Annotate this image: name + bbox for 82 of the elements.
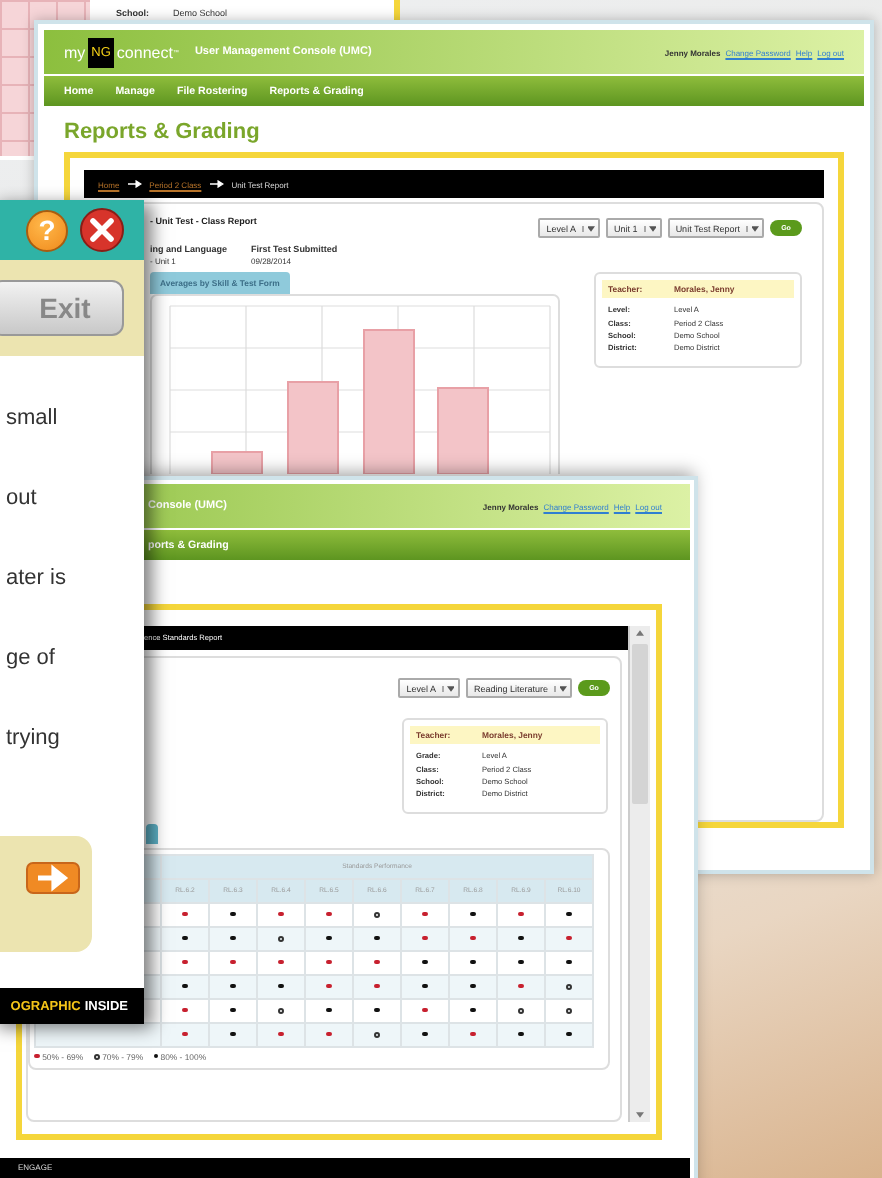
performance-dot bbox=[374, 936, 380, 941]
performance-dot bbox=[518, 960, 524, 965]
caret-icon bbox=[554, 685, 570, 691]
performance-dot bbox=[326, 911, 332, 917]
scroll-down-icon[interactable] bbox=[636, 1112, 644, 1118]
body-text: trying bbox=[6, 724, 62, 752]
exit-button[interactable]: Exit bbox=[0, 280, 124, 336]
performance-dot bbox=[278, 959, 284, 965]
performance-dot bbox=[278, 984, 284, 989]
performance-dot bbox=[374, 983, 380, 989]
performance-dot bbox=[278, 1007, 284, 1014]
scrollbar-thumb[interactable] bbox=[632, 644, 648, 804]
performance-dot bbox=[566, 1032, 572, 1037]
performance-dot bbox=[470, 935, 476, 941]
performance-dot bbox=[230, 984, 236, 989]
caret-icon bbox=[441, 685, 458, 691]
performance-dot bbox=[518, 983, 524, 989]
performance-dot bbox=[230, 912, 236, 917]
scrollbar[interactable] bbox=[628, 626, 650, 1122]
body-text: small bbox=[6, 404, 60, 432]
report-tab[interactable] bbox=[146, 823, 158, 843]
legend-dot bbox=[34, 1053, 40, 1059]
performance-dot bbox=[518, 911, 524, 917]
page-heading: Reports & Grading bbox=[64, 120, 262, 144]
performance-dot bbox=[566, 935, 572, 941]
arrow-icon bbox=[209, 180, 224, 188]
performance-dot bbox=[422, 960, 428, 965]
body-text: ge of bbox=[6, 644, 57, 672]
logo-text: connect bbox=[116, 43, 173, 61]
performance-dot bbox=[230, 1032, 236, 1037]
performance-dot bbox=[278, 935, 284, 942]
performance-dot bbox=[518, 1007, 524, 1014]
chart-bar bbox=[287, 381, 339, 474]
performance-dot bbox=[182, 936, 188, 941]
performance-dot bbox=[566, 983, 572, 990]
performance-dot bbox=[326, 959, 332, 965]
performance-dot bbox=[422, 935, 428, 941]
performance-dot bbox=[422, 984, 428, 989]
performance-dot bbox=[374, 959, 380, 965]
performance-dot bbox=[326, 1031, 332, 1037]
body-text: ater is bbox=[6, 564, 68, 592]
performance-dot bbox=[470, 1031, 476, 1037]
performance-dot bbox=[374, 1031, 380, 1038]
performance-dot bbox=[422, 1032, 428, 1037]
performance-dot bbox=[182, 984, 188, 989]
performance-dot bbox=[230, 1008, 236, 1013]
help-button[interactable]: ? bbox=[26, 209, 68, 251]
performance-dot bbox=[326, 983, 332, 989]
performance-dot bbox=[230, 936, 236, 941]
performance-dot bbox=[182, 959, 188, 965]
performance-dot bbox=[566, 1007, 572, 1014]
performance-dot bbox=[566, 960, 572, 965]
caret-icon bbox=[582, 225, 599, 231]
performance-dot bbox=[374, 911, 380, 918]
performance-dot bbox=[470, 984, 476, 989]
performance-dot bbox=[470, 912, 476, 917]
performance-dot bbox=[182, 911, 188, 917]
chart-bar bbox=[437, 387, 489, 474]
caret-icon bbox=[643, 225, 660, 231]
performance-dot bbox=[470, 1008, 476, 1013]
performance-dot bbox=[518, 936, 524, 941]
performance-dot bbox=[326, 936, 332, 941]
legend-dot bbox=[93, 1053, 100, 1059]
performance-dot bbox=[278, 911, 284, 917]
performance-dot bbox=[566, 912, 572, 917]
performance-dot bbox=[230, 959, 236, 965]
performance-dot bbox=[470, 960, 476, 965]
performance-dot bbox=[326, 1008, 332, 1013]
caret-icon bbox=[746, 225, 762, 231]
performance-dot bbox=[518, 1032, 524, 1037]
arrow-icon bbox=[127, 180, 142, 188]
performance-dot bbox=[182, 1007, 188, 1013]
body-text: out bbox=[6, 484, 39, 512]
performance-dot bbox=[278, 1031, 284, 1037]
logo-text: my bbox=[64, 43, 86, 61]
performance-dot bbox=[182, 1031, 188, 1037]
performance-dot bbox=[422, 1007, 428, 1013]
performance-dot bbox=[422, 911, 428, 917]
legend-dot bbox=[153, 1053, 158, 1059]
close-icon[interactable] bbox=[80, 208, 124, 252]
scroll-up-icon[interactable] bbox=[636, 630, 644, 636]
performance-dot bbox=[374, 1008, 380, 1013]
